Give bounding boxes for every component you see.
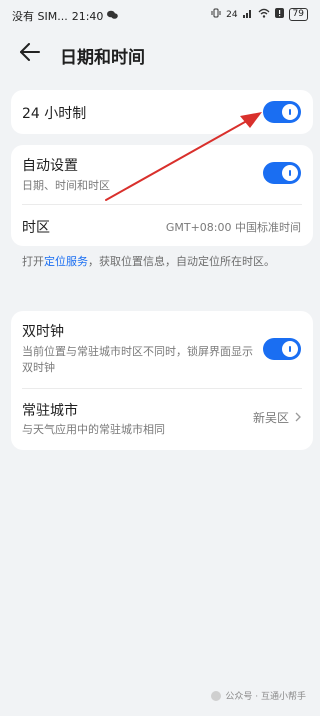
clock-text: 21:40: [71, 9, 104, 23]
signal-icon: [242, 8, 253, 21]
home-city-row[interactable]: 常驻城市 与天气应用中的常驻城市相同 新吴区: [11, 389, 313, 450]
page-header: 日期和时间: [0, 34, 320, 74]
status-right: 24 79: [211, 8, 308, 21]
toggle-knob: [282, 104, 298, 120]
note-prefix: 打开: [22, 255, 44, 268]
vibrate-icon: [211, 8, 221, 21]
watermark-text: 公众号 · 互通小帮手: [225, 692, 306, 702]
dual-clock-toggle[interactable]: [263, 338, 301, 360]
battery-indicator: 79: [288, 8, 308, 21]
back-arrow-icon: [20, 43, 40, 65]
toggle-knob: [282, 341, 298, 357]
home-city-sublabel: 与天气应用中的常驻城市相同: [22, 423, 165, 436]
timezone-label: 时区: [22, 220, 50, 236]
home-city-value: 新吴区: [252, 411, 289, 425]
network-speed-text: 24: [226, 9, 238, 20]
clock24-toggle[interactable]: [263, 101, 301, 123]
dual-clock-sublabel: 当前位置与常驻城市时区不同时，锁屏界面显示双时钟: [22, 345, 253, 374]
carrier-text: 没有 SIM...: [12, 10, 68, 23]
dual-clock-label: 双时钟: [22, 324, 64, 340]
auto-sublabel: 日期、时间和时区: [22, 179, 110, 192]
auto-card: 自动设置 日期、时间和时区 时区 GMT+08:00 中国标准时间: [11, 145, 313, 246]
timezone-value: GMT+08:00 中国标准时间: [165, 221, 301, 234]
alert-icon: [274, 8, 284, 21]
location-service-link[interactable]: 定位服务: [44, 255, 88, 268]
wechat-logo-icon: [211, 690, 222, 701]
page-title: 日期和时间: [60, 48, 145, 68]
auto-toggle[interactable]: [263, 162, 301, 184]
toggle-knob: [282, 165, 298, 181]
location-note: 打开定位服务，获取位置信息，自动定位所在时区。: [22, 252, 304, 272]
timezone-row[interactable]: 时区 GMT+08:00 中国标准时间: [11, 205, 313, 246]
wifi-icon: [258, 8, 270, 21]
back-button[interactable]: [18, 42, 42, 66]
note-suffix: ，获取位置信息，自动定位所在时区。: [88, 255, 275, 268]
chevron-right-icon: [295, 411, 301, 425]
home-city-value-wrap: 新吴区: [253, 409, 301, 426]
chat-icon: [107, 10, 119, 23]
clock24-card: 24 小时制: [11, 90, 313, 134]
watermark: 公众号 · 互通小帮手: [211, 689, 306, 702]
clock24-label: 24 小时制: [22, 106, 87, 122]
dual-clock-card: 双时钟 当前位置与常驻城市时区不同时，锁屏界面显示双时钟 常驻城市 与天气应用中…: [11, 311, 313, 450]
home-city-label: 常驻城市: [22, 403, 78, 419]
auto-label: 自动设置: [22, 158, 78, 174]
status-bar: 没有 SIM... 21:40 24 79: [0, 0, 320, 32]
status-left: 没有 SIM... 21:40: [12, 8, 119, 24]
